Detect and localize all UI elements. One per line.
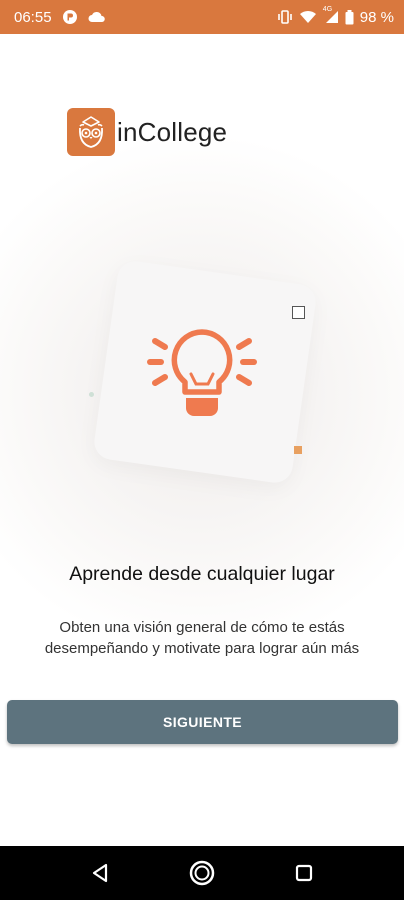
vibrate-icon xyxy=(277,10,293,24)
battery-percentage: 98 % xyxy=(359,8,394,26)
cellular-signal-icon: 4G xyxy=(323,6,339,24)
cloud-icon xyxy=(88,11,106,23)
home-icon[interactable] xyxy=(188,859,216,887)
navigation-bar xyxy=(0,846,404,900)
app-notification-icon xyxy=(62,9,78,25)
decorative-dot xyxy=(294,446,302,454)
network-type-label: 4G xyxy=(322,6,333,13)
lightbulb-icon xyxy=(137,326,267,436)
brand-name: inCollege xyxy=(117,116,228,147)
status-time: 06:55 xyxy=(14,8,52,26)
owl-logo-icon xyxy=(67,108,115,156)
decorative-square xyxy=(292,306,305,319)
wifi-icon xyxy=(299,10,317,24)
battery-icon xyxy=(345,9,354,25)
status-bar: 06:55 4G 98 % xyxy=(0,0,404,34)
onboarding-description: Obten una visión general de cómo te está… xyxy=(44,619,360,657)
decorative-dot xyxy=(89,392,94,397)
onboarding-title: Aprende desde cualquier lugar xyxy=(69,563,335,585)
back-icon[interactable] xyxy=(86,859,114,887)
recents-icon[interactable] xyxy=(290,859,318,887)
brand-header: inCollege xyxy=(67,108,227,156)
next-button[interactable]: SIGUIENTE xyxy=(7,700,398,744)
